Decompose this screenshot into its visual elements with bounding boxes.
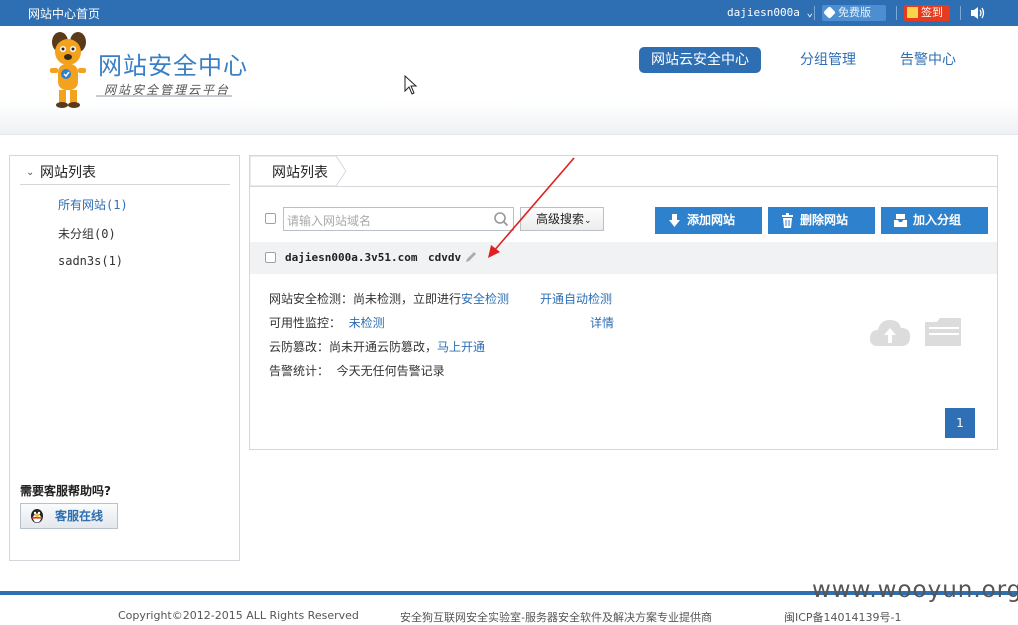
divider bbox=[896, 6, 897, 20]
free-version-label: 免费版 bbox=[838, 6, 871, 19]
brand-title: 网站安全中心 bbox=[98, 52, 248, 80]
alert-value: 今天无任何告警记录 bbox=[336, 364, 445, 378]
add-to-group-button[interactable]: 加入分组 bbox=[881, 207, 988, 234]
page-button-1[interactable]: 1 bbox=[945, 408, 975, 438]
nav-cloud-security-center[interactable]: 网站云安全中心 bbox=[639, 47, 761, 73]
free-version-badge[interactable]: 免费版 bbox=[822, 5, 886, 21]
volume-icon[interactable] bbox=[970, 6, 986, 20]
details-link[interactable]: 详情 bbox=[590, 314, 614, 331]
site-domain[interactable]: dajiesn000a.3v51.com bbox=[285, 251, 417, 264]
divider bbox=[96, 95, 232, 97]
pencil-icon[interactable] bbox=[464, 250, 478, 264]
tamper-label: 云防篡改：尚未开通云防篡改， bbox=[269, 340, 438, 354]
sidebar-title-label: 网站列表 bbox=[40, 165, 96, 181]
add-site-button[interactable]: 添加网站 bbox=[655, 207, 762, 234]
availability-status-link[interactable]: 未检测 bbox=[349, 316, 385, 330]
tamper-line: 云防篡改：尚未开通云防篡改，马上开通 bbox=[269, 338, 485, 355]
sidebar-title[interactable]: ⌄ 网站列表 bbox=[20, 161, 230, 185]
alert-line: 告警统计： 今天无任何告警记录 bbox=[269, 362, 445, 379]
tab-header: 网站列表 bbox=[250, 156, 997, 187]
home-link[interactable]: 网站中心首页 bbox=[28, 5, 100, 22]
site-alias: cdvdv bbox=[428, 251, 462, 264]
advanced-search-label: 高级搜索 bbox=[536, 212, 585, 226]
help-prompt: 需要客服帮助吗? bbox=[20, 484, 111, 498]
inbox-icon bbox=[894, 214, 907, 227]
nav-group-management[interactable]: 分组管理 bbox=[788, 47, 868, 73]
user-menu[interactable]: dajiesn000a ⌄ bbox=[727, 6, 813, 19]
sidebar: ⌄ 网站列表 所有网站(1) 未分组(0) sadn3s(1) 需要客服帮助吗?… bbox=[9, 155, 240, 561]
watermark: www.wooyun.org bbox=[812, 577, 1018, 603]
nav-alert-center[interactable]: 告警中心 bbox=[888, 47, 968, 73]
main-panel: 网站列表 请输入网站域名 高级搜索⌄ 添加网站 删除网站 加入分组 dajies… bbox=[249, 155, 998, 450]
footer-icp[interactable]: 闽ICP备14014139号-1 bbox=[784, 609, 902, 625]
sign-in-button[interactable]: 签到 bbox=[904, 5, 950, 21]
search-icon[interactable] bbox=[493, 211, 509, 227]
qq-penguin-icon bbox=[31, 509, 43, 523]
divider bbox=[960, 6, 961, 20]
sidebar-item-all-sites[interactable]: 所有网站(1) bbox=[58, 196, 128, 213]
cloud-upload-icon[interactable] bbox=[868, 316, 912, 348]
folder-icon[interactable] bbox=[923, 316, 963, 348]
chevron-down-icon: ⌄ bbox=[584, 216, 592, 226]
header: 网站安全中心 网站安全管理云平台 网站云安全中心 分组管理 告警中心 bbox=[0, 26, 1018, 135]
auto-check-link[interactable]: 开通自动检测 bbox=[540, 290, 612, 307]
delete-site-label: 删除网站 bbox=[800, 213, 849, 227]
add-site-label: 添加网站 bbox=[687, 213, 736, 227]
divider bbox=[814, 6, 815, 20]
select-all-checkbox[interactable] bbox=[265, 213, 276, 224]
customer-service-button[interactable]: 客服在线 bbox=[20, 503, 118, 529]
delete-site-button[interactable]: 删除网站 bbox=[768, 207, 875, 234]
top-bar: 网站中心首页 dajiesn000a ⌄ 免费版 签到 bbox=[0, 0, 1018, 26]
tamper-enable-link[interactable]: 马上开通 bbox=[437, 340, 485, 354]
sign-in-label: 签到 bbox=[921, 6, 943, 19]
availability-label: 可用性监控： bbox=[269, 316, 342, 330]
availability-line: 可用性监控： 未检测 bbox=[269, 314, 385, 331]
search-placeholder: 请输入网站域名 bbox=[287, 214, 372, 228]
customer-service-label: 客服在线 bbox=[55, 509, 104, 523]
tab-site-list[interactable]: 网站列表 bbox=[272, 162, 328, 182]
arrow-down-icon bbox=[669, 214, 680, 227]
tag-icon bbox=[823, 6, 836, 19]
cursor-icon bbox=[404, 75, 418, 95]
site-row: dajiesn000a.3v51.com cdvdv bbox=[250, 242, 997, 274]
security-check-line: 网站安全检测：尚未检测，立即进行安全检测 bbox=[269, 290, 509, 307]
site-checkbox[interactable] bbox=[265, 252, 276, 263]
sidebar-item-ungrouped[interactable]: 未分组(0) bbox=[58, 225, 116, 242]
sidebar-item-sadn3s[interactable]: sadn3s(1) bbox=[58, 254, 123, 268]
search-input[interactable]: 请输入网站域名 bbox=[283, 207, 514, 231]
alert-label: 告警统计： bbox=[269, 364, 330, 378]
gift-icon bbox=[907, 7, 918, 18]
username: dajiesn000a bbox=[727, 6, 800, 19]
chevron-down-icon: ⌄ bbox=[806, 6, 814, 19]
advanced-search-button[interactable]: 高级搜索⌄ bbox=[520, 207, 604, 231]
add-to-group-label: 加入分组 bbox=[913, 213, 962, 227]
security-check-label: 网站安全检测：尚未检测，立即进行 bbox=[269, 292, 462, 306]
chevron-down-icon: ⌄ bbox=[26, 167, 35, 178]
footer-copyright: Copyright©2012-2015 ALL Rights Reserved bbox=[118, 609, 359, 622]
security-check-link[interactable]: 安全检测 bbox=[461, 292, 509, 306]
footer-company: 安全狗互联网安全实验室-服务器安全软件及解决方案专业提供商 bbox=[400, 611, 712, 624]
trash-icon bbox=[782, 213, 793, 228]
logo-dog-icon bbox=[50, 32, 86, 108]
